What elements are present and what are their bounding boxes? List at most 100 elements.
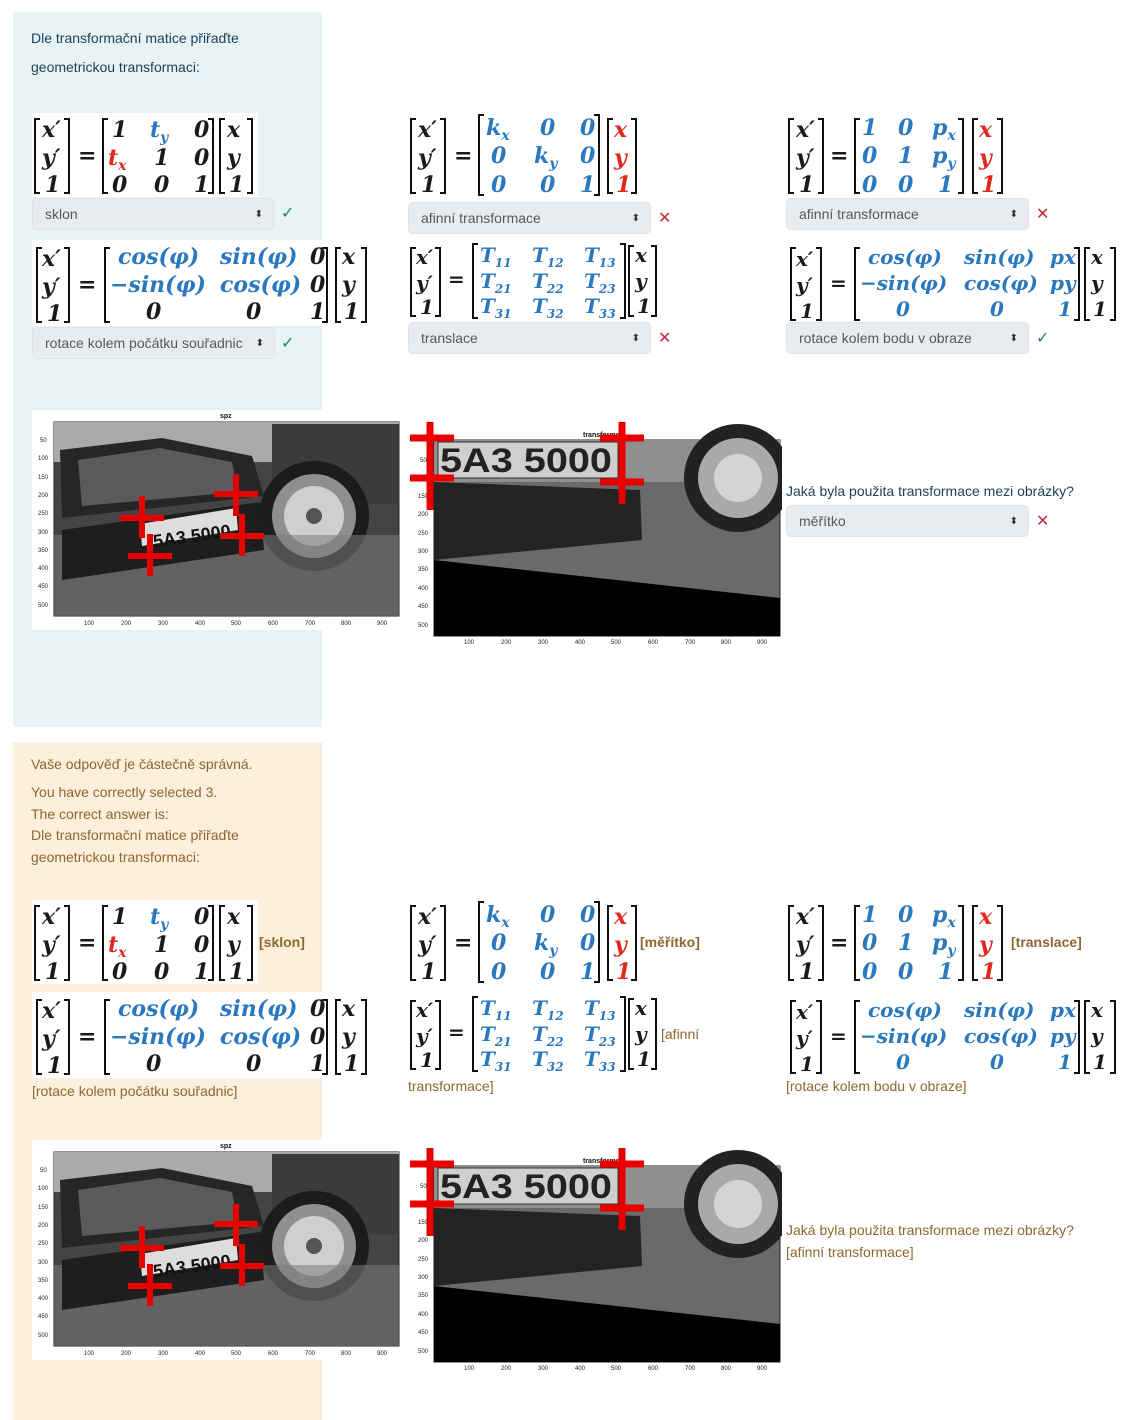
svg-text:200: 200 — [418, 512, 429, 518]
svg-text:=: = — [830, 1024, 847, 1048]
svg-text:1: 1 — [1058, 297, 1072, 321]
image-original: spz 5A3 5000 50 100 150 200 250 300 350 400 45… — [32, 410, 400, 630]
svg-text:x: x — [634, 996, 648, 1020]
svg-text:−sin(φ): −sin(φ) — [110, 1024, 206, 1050]
svg-text:x′: x′ — [41, 117, 61, 143]
svg-text:600: 600 — [268, 621, 279, 627]
svg-text:250: 250 — [38, 1241, 49, 1247]
svg-text:1: 1 — [420, 1048, 434, 1072]
svg-text:200: 200 — [121, 1351, 132, 1357]
svg-text:500: 500 — [611, 1366, 622, 1372]
svg-text:300: 300 — [158, 621, 169, 627]
svg-text:450: 450 — [38, 1314, 49, 1320]
svg-text:x: x — [634, 243, 648, 267]
image-transformed: transformed 5A3 5000 50150 200250300 350… — [408, 420, 792, 648]
svg-text:150: 150 — [38, 1205, 49, 1211]
feedback-matrix-scale: x′ y′ 1 = kx 0 0 0 ky 0 0 0 1 x y 1 — [408, 900, 638, 984]
svg-text:350: 350 — [38, 548, 49, 554]
select-matrix-6[interactable]: rotace kolem bodu v obraze ⬍ — [786, 322, 1029, 354]
svg-text:0: 0 — [491, 143, 507, 169]
svg-text:500: 500 — [231, 1351, 242, 1357]
svg-text:150: 150 — [418, 494, 429, 500]
select-caret-icon: ⬍ — [631, 213, 640, 224]
svg-text:1: 1 — [154, 932, 169, 958]
svg-text:700: 700 — [305, 1351, 316, 1357]
svg-text:px: px — [1050, 245, 1077, 269]
svg-text:0: 0 — [580, 143, 596, 169]
select-matrix-1[interactable]: sklon ⬍ — [32, 198, 274, 230]
svg-text:x′: x′ — [41, 998, 61, 1024]
select-matrix-3[interactable]: afinní transformace ⬍ — [786, 198, 1029, 230]
svg-text:1: 1 — [45, 959, 60, 984]
svg-text:0: 0 — [194, 117, 210, 143]
svg-text:T23: T23 — [584, 269, 616, 296]
svg-text:0: 0 — [540, 959, 556, 984]
select-image-transform[interactable]: měřítko ⬍ — [786, 505, 1029, 537]
svg-text:0: 0 — [246, 1051, 262, 1077]
svg-text:x′: x′ — [415, 245, 434, 269]
svg-text:ky: ky — [534, 143, 558, 172]
svg-text:tx: tx — [108, 145, 127, 174]
svg-text:400: 400 — [195, 621, 206, 627]
svg-text:250: 250 — [418, 531, 429, 537]
feedback-image-question: Jaká byla použita transformace mezi obrá… — [786, 1222, 1074, 1238]
svg-text:200: 200 — [501, 640, 512, 646]
svg-text:y′: y′ — [41, 1026, 61, 1052]
select-matrix-5[interactable]: translace ⬍ — [408, 322, 651, 354]
svg-text:T33: T33 — [584, 294, 616, 320]
feedback-partial: Vaše odpověď je částečně správná. — [31, 756, 253, 772]
svg-text:tx: tx — [108, 932, 127, 961]
svg-text:200: 200 — [38, 1223, 49, 1229]
select-matrix-2[interactable]: afinní transformace ⬍ — [408, 202, 651, 234]
svg-text:y′: y′ — [417, 145, 437, 171]
svg-text:0: 0 — [491, 959, 507, 984]
svg-text:350: 350 — [418, 567, 429, 573]
plate-text-right: 5A3 5000 — [440, 442, 612, 480]
svg-text:0: 0 — [112, 959, 128, 984]
svg-text:=: = — [830, 271, 847, 295]
svg-text:900: 900 — [757, 640, 768, 646]
svg-text:1: 1 — [47, 1053, 62, 1078]
svg-text:1: 1 — [1093, 1050, 1107, 1074]
svg-text:250: 250 — [418, 1257, 429, 1263]
incorrect-cross-icon: ✕ — [658, 330, 672, 347]
svg-text:x′: x′ — [41, 904, 61, 930]
svg-text:0: 0 — [246, 299, 262, 325]
svg-text:y: y — [978, 145, 994, 171]
svg-text:0: 0 — [898, 115, 914, 141]
answer-3: [translace] — [1011, 934, 1082, 950]
svg-text:800: 800 — [721, 1366, 732, 1372]
svg-text:=: = — [78, 930, 96, 956]
matrix-scale: x′ y′ 1 = kx 0 0 0 ky 0 0 0 1 x y 1 — [408, 113, 638, 197]
svg-text:1: 1 — [194, 172, 209, 197]
svg-text:x′: x′ — [415, 998, 434, 1022]
svg-text:y: y — [1090, 1024, 1104, 1048]
svg-text:y′: y′ — [415, 271, 434, 295]
svg-text:1: 1 — [616, 959, 631, 984]
svg-text:−sin(φ): −sin(φ) — [110, 272, 206, 298]
svg-text:1: 1 — [112, 904, 127, 930]
svg-text:1: 1 — [154, 145, 169, 171]
svg-text:y: y — [1090, 271, 1104, 295]
svg-text:T13: T13 — [584, 243, 616, 270]
svg-text:1: 1 — [194, 959, 209, 984]
svg-text:900: 900 — [757, 1366, 768, 1372]
select-matrix-4[interactable]: rotace kolem počátku souřadnic ⬍ — [32, 327, 275, 359]
matrix-rotation-point: x′ y′ 1 = cos(φ) sin(φ) px −sin(φ) cos(φ… — [786, 240, 1120, 324]
answer-5-line1: [afinní — [661, 1026, 700, 1042]
svg-text:250: 250 — [38, 511, 49, 517]
select-caret-icon: ⬍ — [255, 338, 264, 349]
svg-text:−sin(φ): −sin(φ) — [860, 1024, 947, 1048]
svg-text:1: 1 — [981, 959, 996, 984]
svg-text:200: 200 — [501, 1366, 512, 1372]
svg-text:1: 1 — [981, 172, 996, 197]
answer-4: [rotace kolem počátku souřadnic] — [32, 1083, 238, 1099]
feedback-matrix-rotation-origin: x′ y′ 1 = cos(φ) sin(φ) 0 −sin(φ) cos(φ)… — [32, 992, 372, 1078]
svg-text:cos(φ): cos(φ) — [118, 996, 199, 1022]
svg-text:1: 1 — [938, 172, 953, 197]
svg-text:0: 0 — [154, 172, 170, 197]
image-question-label: Jaká byla použita transformace mezi obrá… — [786, 483, 1074, 499]
svg-text:cos(φ): cos(φ) — [118, 244, 199, 270]
svg-text:x: x — [341, 996, 356, 1022]
svg-text:=: = — [78, 1024, 96, 1050]
